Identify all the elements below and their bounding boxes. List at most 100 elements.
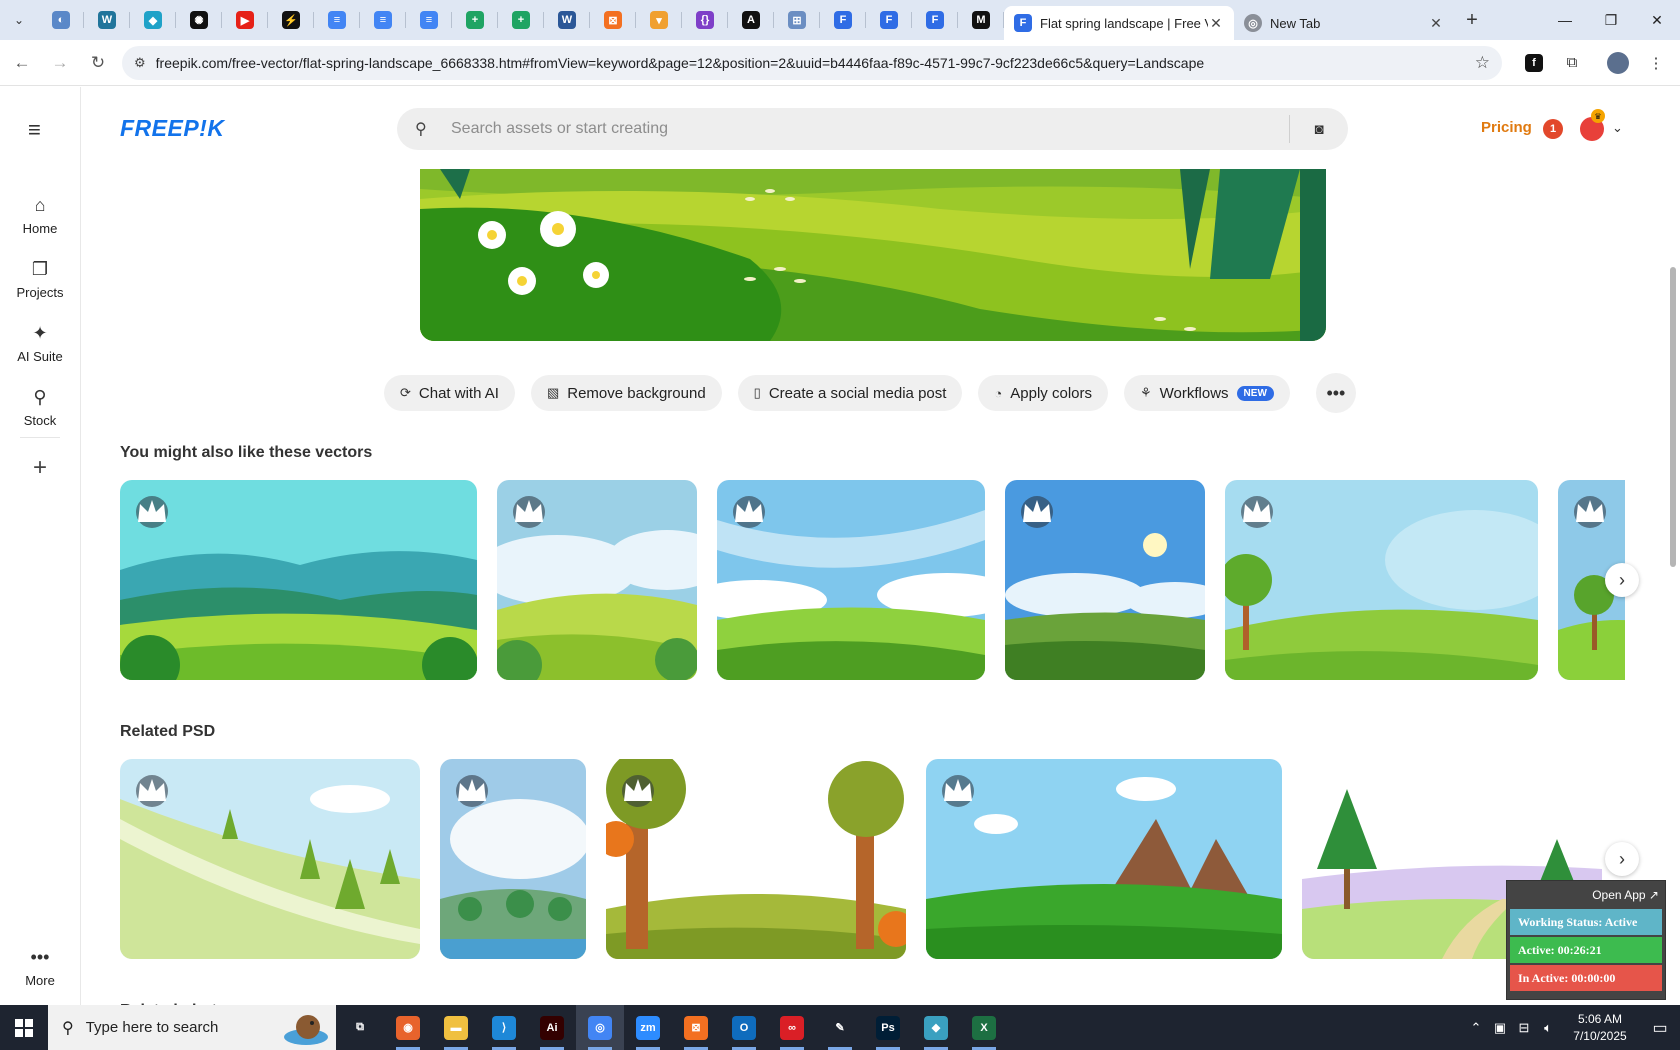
notification-center-icon[interactable]: ▭	[1640, 1018, 1680, 1038]
site-info-icon[interactable]: ⚙	[134, 55, 146, 71]
taskbar-app[interactable]: O	[720, 1005, 768, 1050]
taskbar-app[interactable]: ◆	[912, 1005, 960, 1050]
pinned-tab[interactable]: ▶	[222, 0, 268, 40]
freepik-logo[interactable]: FREEP!K	[120, 115, 224, 142]
pinned-tab[interactable]: F	[912, 0, 958, 40]
preview-image[interactable]	[420, 169, 1326, 341]
pinned-tab[interactable]: W	[84, 0, 130, 40]
taskbar-app[interactable]: ⧉	[336, 1005, 384, 1050]
taskbar-app[interactable]: zm	[624, 1005, 672, 1050]
meet-now-icon[interactable]: ▣	[1488, 1020, 1512, 1036]
psd-card[interactable]	[606, 759, 906, 959]
sidebar-item-home[interactable]: ⌂ Home	[0, 195, 80, 236]
pinned-tab[interactable]: W	[544, 0, 590, 40]
network-icon[interactable]: ⊟	[1512, 1020, 1536, 1036]
close-window-icon[interactable]: ✕	[1634, 0, 1680, 40]
taskbar-search-field[interactable]: ⚲ Type here to search	[48, 1005, 336, 1050]
chevron-up-icon[interactable]: ⌃	[1464, 1020, 1488, 1036]
pinned-tab[interactable]: ▾	[636, 0, 682, 40]
psd-card[interactable]	[926, 759, 1282, 959]
workflows-button[interactable]: ⚘ Workflows NEW	[1123, 375, 1290, 411]
taskbar-app[interactable]: ⟩	[480, 1005, 528, 1050]
sidebar-item-ai-suite[interactable]: ✦ AI Suite	[0, 323, 80, 364]
chevron-down-icon[interactable]: ⌄	[1612, 120, 1623, 136]
pinned-tab[interactable]: F	[820, 0, 866, 40]
apply-colors-button[interactable]: ◔ Apply colors	[978, 375, 1108, 411]
pinned-tab[interactable]: {}	[682, 0, 728, 40]
tab-active[interactable]: F Flat spring landscape | Free Vector ✕	[1004, 6, 1234, 40]
page-scrollbar[interactable]	[1666, 87, 1680, 1005]
vector-card[interactable]	[497, 480, 697, 680]
add-tool-plus-icon[interactable]: +	[24, 452, 56, 484]
taskbar-app[interactable]: Ps	[864, 1005, 912, 1050]
notification-badge[interactable]: 1	[1543, 119, 1563, 139]
vector-card[interactable]	[1225, 480, 1538, 680]
taskbar-app[interactable]: ✎	[816, 1005, 864, 1050]
pinned-tab[interactable]: ⚡	[268, 0, 314, 40]
back-icon[interactable]: ←	[6, 47, 38, 79]
bookmark-star-icon[interactable]: ☆	[1475, 53, 1490, 73]
pinned-tab[interactable]: F	[866, 0, 912, 40]
chat-with-ai-button[interactable]: ⟳ Chat with AI	[384, 375, 515, 411]
pinned-tab[interactable]: ✺	[176, 0, 222, 40]
hamburger-menu-icon[interactable]: ≡	[28, 117, 41, 143]
remove-background-button[interactable]: ▧ Remove background	[530, 375, 722, 411]
tab-new-tab[interactable]: ◎ New Tab ✕	[1234, 6, 1454, 40]
scrollbar-thumb[interactable]	[1670, 267, 1676, 567]
taskbar-app[interactable]: ▬	[432, 1005, 480, 1050]
create-social-post-button[interactable]: ▯ Create a social media post	[737, 375, 963, 411]
vector-card[interactable]	[120, 480, 477, 680]
taskbar-clock[interactable]: 5:06 AM 7/10/2025	[1560, 1011, 1640, 1045]
browser-menu-icon[interactable]: ⋮	[1638, 45, 1674, 81]
close-tab-icon[interactable]: ✕	[1428, 15, 1444, 32]
restore-icon[interactable]: ❐	[1588, 0, 1634, 40]
psd-card[interactable]	[440, 759, 586, 959]
taskbar-app[interactable]: ∞	[768, 1005, 816, 1050]
extension-f-icon[interactable]: f	[1516, 45, 1552, 81]
pinned-tab[interactable]: ≡	[314, 0, 360, 40]
pricing-link[interactable]: Pricing	[1481, 119, 1532, 136]
pinned-tab[interactable]: ≡	[360, 0, 406, 40]
pinned-tab[interactable]: ◆	[130, 0, 176, 40]
forward-icon[interactable]: →	[44, 47, 76, 79]
url-field[interactable]: ⚙ freepik.com/free-vector/flat-spring-la…	[122, 45, 1502, 80]
sidebar-item-projects[interactable]: ❐ Projects	[0, 259, 80, 300]
taskbar-app[interactable]: Ai	[528, 1005, 576, 1050]
vector-card[interactable]	[717, 480, 985, 680]
volume-icon[interactable]: 🔈︎	[1536, 1020, 1560, 1036]
pinned-tab[interactable]: M	[958, 0, 1004, 40]
premium-crown-icon	[456, 775, 488, 807]
pinned-tab[interactable]: ◐	[38, 0, 84, 40]
taskbar-app[interactable]: ⊠	[672, 1005, 720, 1050]
pinned-tab[interactable]: ⊠	[590, 0, 636, 40]
pinned-tab[interactable]: +	[498, 0, 544, 40]
taskbar-app[interactable]: ◎	[576, 1005, 624, 1050]
search-input[interactable]	[441, 109, 1289, 149]
tab-search-chevron-icon[interactable]: ⌄	[0, 0, 38, 40]
carousel-next-icon[interactable]: ›	[1605, 842, 1639, 876]
profile-avatar[interactable]	[1600, 45, 1636, 81]
vector-card[interactable]	[1005, 480, 1205, 680]
new-tab-button[interactable]: +	[1454, 0, 1490, 40]
minimize-icon[interactable]: —	[1542, 0, 1588, 40]
pinned-tab[interactable]: A	[728, 0, 774, 40]
taskbar-app[interactable]: ◉	[384, 1005, 432, 1050]
reload-icon[interactable]: ↻	[82, 47, 114, 79]
close-tab-icon[interactable]: ✕	[1208, 15, 1224, 32]
pinned-tab[interactable]: ⊞	[774, 0, 820, 40]
taskbar-app[interactable]: X	[960, 1005, 1008, 1050]
pinned-tab[interactable]: ≡	[406, 0, 452, 40]
sidebar-item-stock[interactable]: ⚲ Stock	[0, 387, 80, 428]
url-text[interactable]: freepik.com/free-vector/flat-spring-land…	[156, 55, 1475, 71]
sidebar-item-more[interactable]: ••• More	[0, 947, 80, 988]
extensions-puzzle-icon[interactable]: ⧉	[1554, 45, 1590, 81]
start-button[interactable]	[0, 1005, 48, 1050]
sidebar-item-label: Stock	[23, 413, 57, 428]
carousel-next-icon[interactable]: ›	[1605, 563, 1639, 597]
pinned-tab[interactable]: +	[452, 0, 498, 40]
word-icon: W	[558, 11, 576, 29]
open-app-link[interactable]: Open App ↗	[1507, 881, 1665, 907]
psd-card[interactable]	[120, 759, 420, 959]
more-options-icon[interactable]: •••	[1315, 373, 1356, 413]
camera-icon[interactable]: ◙	[1290, 121, 1348, 138]
